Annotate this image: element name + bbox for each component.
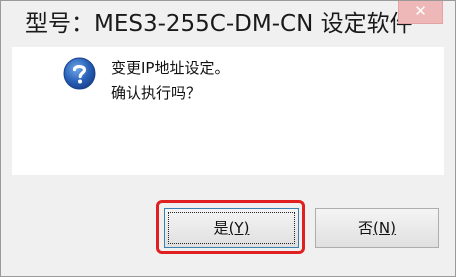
- close-button[interactable]: ✕: [398, 1, 443, 24]
- message-line-2: 确认执行吗？: [111, 84, 202, 102]
- no-button-hotkey: (N): [373, 219, 396, 237]
- dialog-window: 型号：MES3-255C-DM-CN 设定软件 ✕ 变更IP地址设定。 确认执行…: [0, 0, 456, 277]
- dialog-title: 型号：MES3-255C-DM-CN 设定软件: [25, 11, 413, 37]
- close-icon: ✕: [414, 2, 427, 20]
- focus-rectangle: [168, 212, 295, 244]
- title-bar[interactable]: 型号：MES3-255C-DM-CN 设定软件 ✕: [1, 1, 455, 47]
- no-button[interactable]: 否(N): [315, 208, 439, 248]
- question-icon: [63, 57, 96, 90]
- yes-button[interactable]: 是(Y): [164, 208, 299, 248]
- no-button-label: 否: [358, 219, 374, 237]
- message-line-1: 变更IP地址设定。: [111, 59, 230, 77]
